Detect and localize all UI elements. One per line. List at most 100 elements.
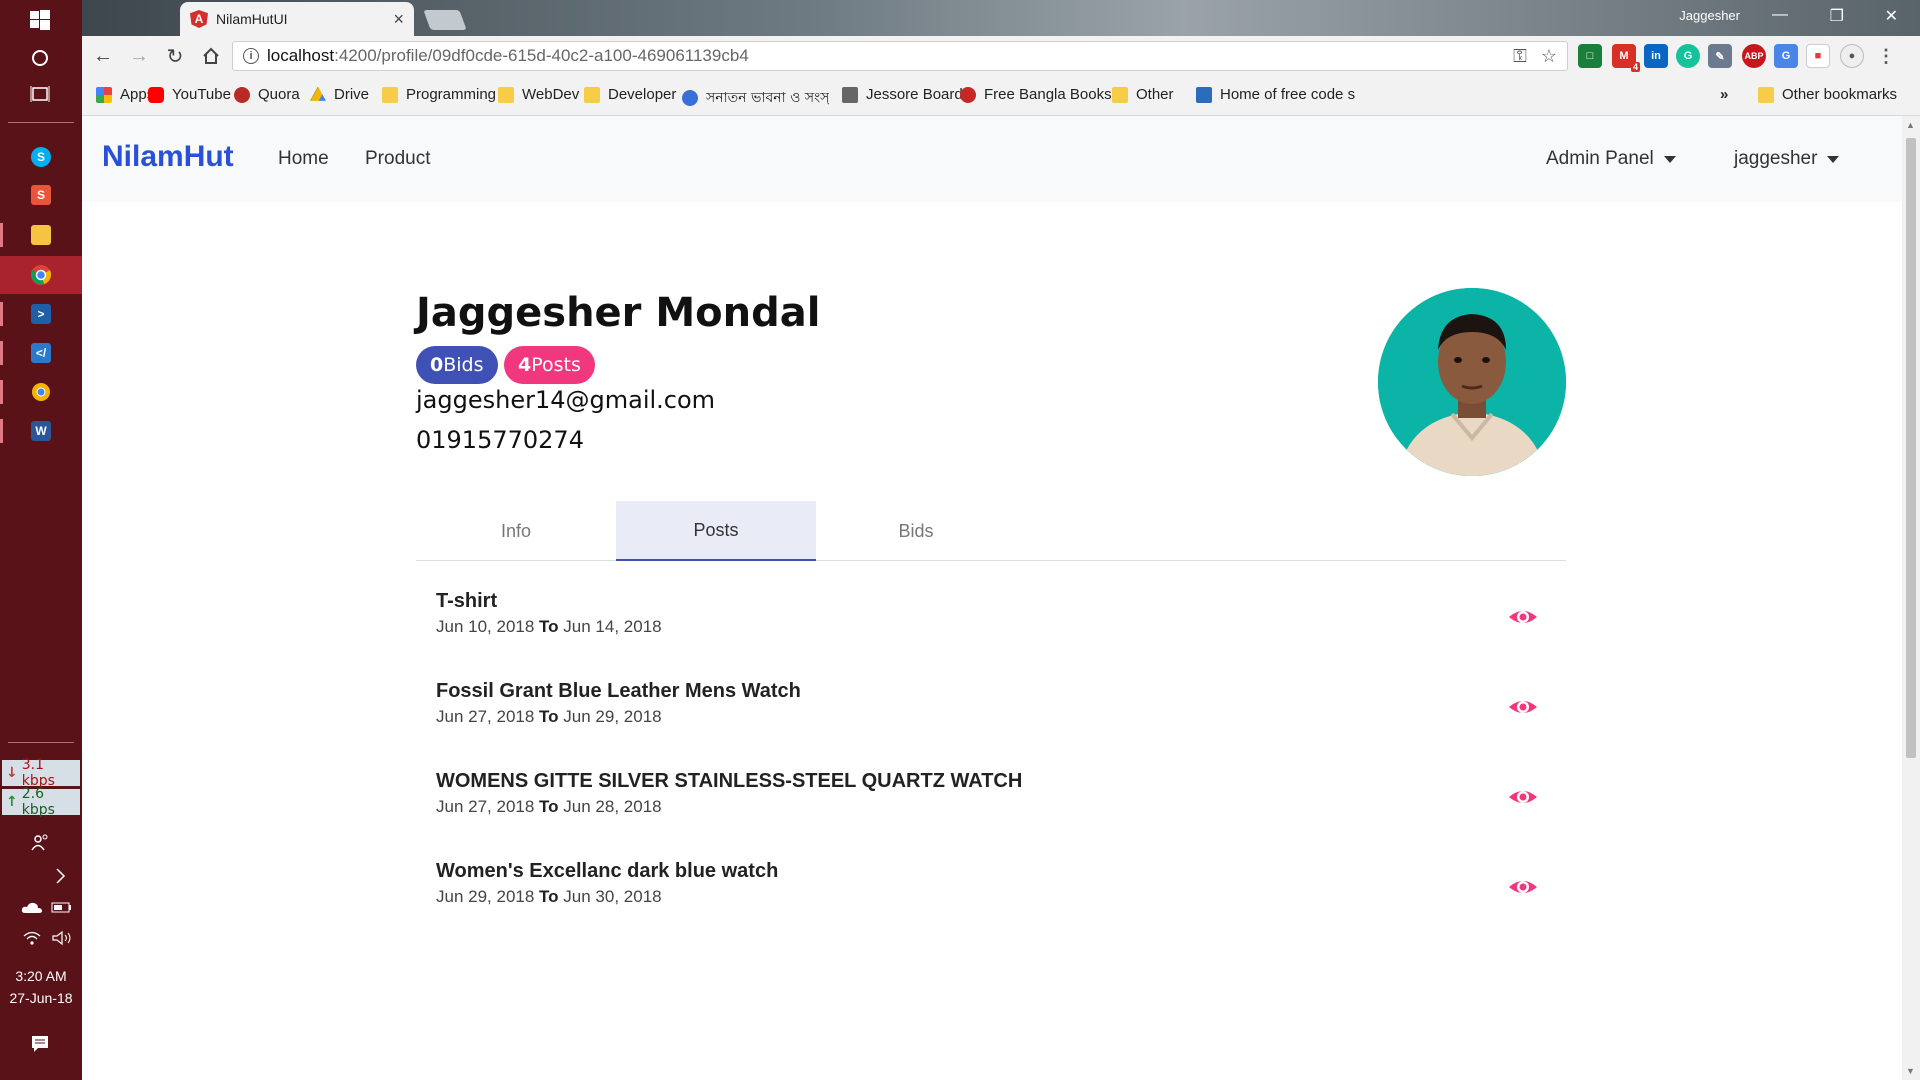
bookmark-item[interactable]: Free Bangla Books bbox=[960, 86, 1112, 103]
bookmark-star-icon[interactable]: ☆ bbox=[1541, 46, 1557, 67]
chrome-app-icon[interactable] bbox=[0, 256, 82, 294]
sublime-app-icon[interactable]: S bbox=[0, 176, 82, 214]
word-app-icon[interactable]: W bbox=[0, 412, 82, 450]
post-list-item: Fossil Grant Blue Leather Mens Watch Jun… bbox=[436, 680, 1546, 750]
color-picker-extension-icon[interactable]: ✎ bbox=[1708, 44, 1732, 68]
action-center-icon[interactable] bbox=[26, 1030, 54, 1058]
battery-icon[interactable] bbox=[48, 893, 76, 921]
scrollbar-thumb[interactable] bbox=[1906, 138, 1916, 758]
view-eye-icon[interactable] bbox=[1508, 872, 1538, 902]
post-date-range: Jun 27, 2018 To Jun 28, 2018 bbox=[436, 797, 662, 816]
volume-icon[interactable] bbox=[48, 924, 76, 952]
window-profile-name[interactable]: Jaggesher bbox=[1679, 8, 1740, 23]
bookmark-folder[interactable]: Programming bbox=[382, 86, 496, 103]
folder-icon bbox=[584, 86, 600, 103]
profile-avatar bbox=[1378, 288, 1566, 476]
post-title: T-shirt bbox=[436, 590, 498, 612]
extension-icon[interactable]: ■ bbox=[1806, 44, 1830, 68]
tab-bids[interactable]: Bids bbox=[816, 501, 1016, 561]
back-arrow-icon[interactable]: ← bbox=[88, 41, 118, 71]
powershell-app-icon[interactable]: > bbox=[0, 295, 82, 333]
tab-posts[interactable]: Posts bbox=[616, 501, 816, 561]
bookmark-folder[interactable]: Developer bbox=[584, 86, 676, 103]
file-explorer-app-icon[interactable] bbox=[0, 216, 82, 254]
bookmark-item[interactable]: Apps bbox=[96, 86, 154, 103]
page-scrollbar[interactable]: ▲ ▼ bbox=[1902, 116, 1920, 1080]
post-title: Women's Excellanc dark blue watch bbox=[436, 860, 779, 882]
browser-title-bar: A NilamHutUI × Jaggesher — ❐ ✕ bbox=[82, 0, 1920, 36]
bookmark-item[interactable]: Jessore Board bbox=[842, 86, 963, 103]
post-title: Fossil Grant Blue Leather Mens Watch bbox=[436, 680, 801, 702]
network-upload-speed: ↑ 2.6 kbps bbox=[2, 786, 80, 818]
site-navbar: NilamHut Home Product Admin Panel jagges… bbox=[82, 116, 1902, 202]
bookmarks-bar: Apps YouTube Quora Drive Programming Web… bbox=[82, 76, 1920, 116]
key-icon[interactable]: ⚿ bbox=[1513, 46, 1527, 67]
wifi-icon[interactable] bbox=[18, 924, 46, 952]
task-view-icon[interactable] bbox=[26, 80, 54, 108]
view-eye-icon[interactable] bbox=[1508, 692, 1538, 722]
screenshot-extension-icon[interactable]: □ bbox=[1578, 44, 1602, 68]
windows-taskbar: S S > </ W ↓ 3.1 kbps ↑ 2.6 kbps 3:20 AM 2… bbox=[0, 0, 82, 1080]
site-info-icon[interactable]: i bbox=[243, 48, 259, 64]
post-list-item: Women's Excellanc dark blue watch Jun 29… bbox=[436, 860, 1546, 930]
restore-icon[interactable]: ❐ bbox=[1830, 6, 1844, 26]
admin-panel-dropdown[interactable]: Admin Panel bbox=[1546, 148, 1676, 170]
bookmark-item[interactable]: Drive bbox=[310, 86, 369, 103]
quora-icon bbox=[234, 86, 250, 103]
grammarly-extension-icon[interactable]: G bbox=[1676, 44, 1700, 68]
tab-close-icon[interactable]: × bbox=[393, 9, 404, 30]
nav-product-link[interactable]: Product bbox=[365, 148, 430, 170]
tab-info[interactable]: Info bbox=[416, 501, 616, 561]
network-download-speed: ↓ 3.1 kbps bbox=[2, 757, 80, 789]
angular-favicon-icon: A bbox=[190, 10, 208, 28]
bookmark-item[interactable]: Home of free code s bbox=[1196, 86, 1355, 103]
clock-date[interactable]: 27-Jun-18 bbox=[0, 990, 82, 1006]
skype-app-icon[interactable]: S bbox=[0, 138, 82, 176]
scroll-up-icon[interactable]: ▲ bbox=[1906, 120, 1915, 130]
bookmark-folder[interactable]: Other bbox=[1112, 86, 1174, 103]
home-icon[interactable] bbox=[196, 41, 226, 71]
start-windows-icon[interactable] bbox=[26, 6, 54, 34]
google-translate-extension-icon[interactable]: G bbox=[1774, 44, 1798, 68]
gmail-extension-icon[interactable]: M4 bbox=[1612, 44, 1640, 72]
forward-arrow-icon[interactable]: → bbox=[124, 41, 154, 71]
window-close-icon[interactable]: ✕ bbox=[1885, 6, 1898, 26]
minimize-icon[interactable]: — bbox=[1772, 6, 1788, 24]
linkedin-extension-icon[interactable]: in bbox=[1644, 44, 1668, 68]
user-dropdown[interactable]: jaggesher bbox=[1734, 148, 1840, 170]
scroll-down-icon[interactable]: ▼ bbox=[1906, 1066, 1915, 1076]
reload-icon[interactable]: ↻ bbox=[160, 41, 190, 71]
nav-home-link[interactable]: Home bbox=[278, 148, 329, 170]
bookmark-folder[interactable]: WebDev bbox=[498, 86, 579, 103]
folder-icon bbox=[1758, 86, 1774, 103]
browser-toolbar: ← → ↻ i localhost:4200/profile/09df0cde-… bbox=[82, 36, 1920, 76]
bookmark-item[interactable]: সনাতন ভাবনা ও সংস্ bbox=[682, 86, 829, 110]
adblock-plus-extension-icon[interactable]: ABP bbox=[1742, 44, 1766, 68]
bookmark-item[interactable]: YouTube bbox=[148, 86, 231, 103]
address-bar[interactable]: i localhost:4200/profile/09df0cde-615d-4… bbox=[232, 41, 1568, 71]
brand-logo[interactable]: NilamHut bbox=[102, 140, 234, 174]
people-icon[interactable] bbox=[26, 828, 54, 856]
bookmark-item[interactable]: Quora bbox=[234, 86, 300, 103]
onedrive-cloud-icon[interactable] bbox=[18, 893, 46, 921]
other-bookmarks-folder[interactable]: Other bookmarks bbox=[1758, 86, 1897, 103]
chrome-canary-app-icon[interactable] bbox=[0, 373, 82, 411]
site-favicon-icon bbox=[842, 86, 858, 103]
profile-phone: 01915770274 bbox=[416, 426, 584, 454]
apps-grid-icon bbox=[96, 86, 112, 103]
bookmarks-overflow-button[interactable]: » bbox=[1720, 86, 1728, 103]
posts-count-badge: 4 Posts bbox=[504, 346, 595, 384]
browser-tab-active[interactable]: A NilamHutUI × bbox=[180, 2, 414, 36]
google-drive-icon bbox=[310, 86, 326, 101]
clock-time[interactable]: 3:20 AM bbox=[0, 968, 82, 984]
vscode-app-icon[interactable]: </ bbox=[0, 334, 82, 372]
url-host: localhost bbox=[267, 46, 335, 65]
cortana-icon[interactable] bbox=[26, 44, 54, 72]
view-eye-icon[interactable] bbox=[1508, 782, 1538, 812]
new-tab-button[interactable] bbox=[423, 10, 467, 30]
extension-icon[interactable]: ● bbox=[1840, 44, 1864, 68]
chevron-right-icon[interactable] bbox=[46, 862, 74, 890]
chrome-menu-icon[interactable]: ⋮ bbox=[1874, 44, 1898, 68]
view-eye-icon[interactable] bbox=[1508, 602, 1538, 632]
post-date-range: Jun 27, 2018 To Jun 29, 2018 bbox=[436, 707, 662, 726]
